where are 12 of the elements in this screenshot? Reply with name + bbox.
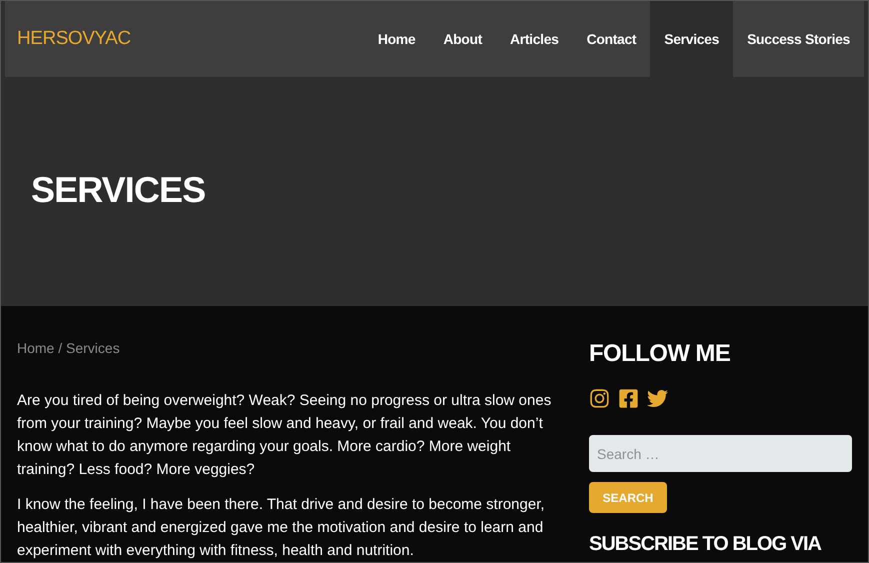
instagram-icon[interactable]	[589, 388, 610, 409]
page-title: SERVICES	[31, 168, 206, 212]
body-paragraph: Are you tired of being overweight? Weak? Seeing no progress or ultra slow ones from your training? Maybe you feel slow and heavy, or frail and weak. You don’t know what to do anymore regarding your goals. More cardio? More weight training? Less food? More veggies?	[17, 391, 552, 480]
body-paragraph: I know the feeling, I have been there. That drive and desire to become stronger, healthier, vibrant and energized gave me the motivation and desire to learn and experiment with everything with fitness, health and nutrition.	[17, 495, 546, 561]
facebook-icon[interactable]	[618, 388, 639, 409]
nav-link[interactable]: Services	[650, 1, 734, 77]
site-logo[interactable]: HERSOVYAC	[17, 24, 131, 54]
widget-title: SUBSCRIBE TO BLOG VIA	[589, 532, 821, 557]
twitter-icon[interactable]	[647, 388, 668, 409]
search-field[interactable]: Search …	[589, 435, 852, 472]
widget-title: FOLLOW ME	[589, 339, 732, 369]
breadcrumb: Home / Services	[17, 339, 121, 358]
